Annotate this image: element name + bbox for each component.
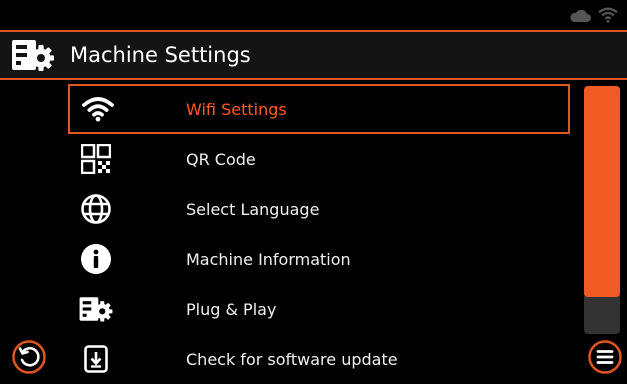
menu-item-machine-information[interactable]: Machine Information xyxy=(68,234,570,284)
cloud-icon xyxy=(569,8,591,27)
wifi-icon xyxy=(74,89,122,129)
status-bar xyxy=(0,0,627,30)
menu-item-check-software-update[interactable]: Check for software update xyxy=(68,334,570,384)
download-icon xyxy=(72,339,120,379)
menu-button[interactable] xyxy=(588,340,622,374)
qr-code-icon xyxy=(72,139,120,179)
status-icons xyxy=(569,6,619,28)
wifi-icon xyxy=(597,6,619,28)
menu-item-qr-code[interactable]: QR Code xyxy=(68,134,570,184)
header: Machine Settings xyxy=(0,30,627,80)
menu-icon xyxy=(588,340,622,374)
menu-item-plug-and-play[interactable]: Plug & Play xyxy=(68,284,570,334)
back-button[interactable] xyxy=(12,340,46,374)
menu-item-label: Machine Information xyxy=(186,249,351,269)
page-title: Machine Settings xyxy=(70,43,251,67)
settings-menu: Wifi Settings QR Code Select Language Ma… xyxy=(68,84,570,384)
machine-settings-screen: Machine Settings Wifi Settings QR Code S… xyxy=(0,0,627,381)
menu-item-label: Check for software update xyxy=(186,349,398,369)
menu-item-label: QR Code xyxy=(186,149,256,169)
scrollbar-thumb[interactable] xyxy=(584,86,620,297)
menu-item-label: Wifi Settings xyxy=(186,99,287,119)
machine-gear-icon xyxy=(10,35,58,75)
menu-item-wifi-settings[interactable]: Wifi Settings xyxy=(68,84,570,134)
machine-gear-icon xyxy=(72,289,120,329)
back-icon xyxy=(12,340,46,374)
globe-icon xyxy=(72,189,120,229)
menu-item-label: Plug & Play xyxy=(186,299,277,319)
info-icon xyxy=(72,239,120,279)
menu-item-label: Select Language xyxy=(186,199,320,219)
scrollbar[interactable] xyxy=(584,86,620,334)
menu-item-select-language[interactable]: Select Language xyxy=(68,184,570,234)
